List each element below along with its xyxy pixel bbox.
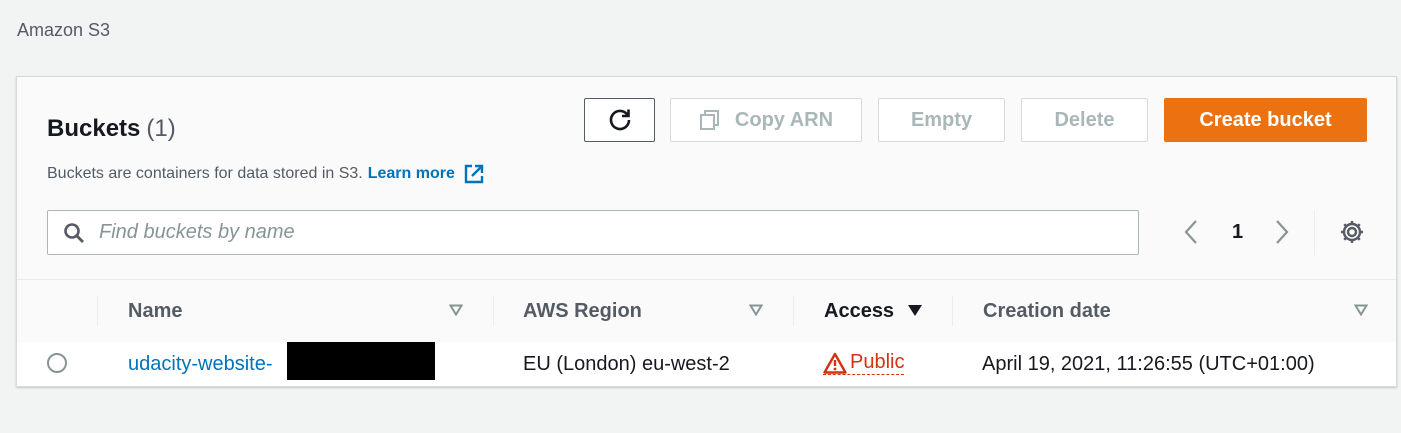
breadcrumb[interactable]: Amazon S3	[17, 20, 110, 41]
chevron-right-icon	[1276, 220, 1289, 244]
learn-more-label: Learn more	[367, 165, 455, 182]
page-title: Buckets (1)	[47, 115, 176, 143]
column-region-label: AWS Region	[523, 299, 642, 322]
buckets-panel: Buckets (1) Buckets are containers for da…	[16, 76, 1397, 387]
column-header-access[interactable]: Access	[793, 280, 952, 342]
refresh-button[interactable]	[584, 98, 655, 142]
access-label: Public	[850, 351, 905, 373]
description: Buckets are containers for data stored i…	[47, 163, 485, 185]
sort-descending-icon	[908, 305, 922, 316]
copy-icon	[699, 110, 719, 130]
warning-icon	[823, 352, 847, 374]
title-text: Buckets	[47, 115, 141, 142]
sort-icon	[1354, 304, 1368, 316]
refresh-icon	[609, 109, 630, 131]
bucket-region: EU (London) eu-west-2	[523, 353, 730, 375]
create-bucket-button[interactable]: Create bucket	[1164, 98, 1367, 142]
bucket-count: (1)	[146, 115, 176, 142]
redacted-block	[287, 342, 435, 380]
column-separator	[793, 296, 794, 326]
access-cell: Public	[823, 351, 905, 375]
column-header-creation-date[interactable]: Creation date	[952, 280, 1396, 342]
copy-arn-button[interactable]: Copy ARN	[670, 98, 862, 142]
column-header-region[interactable]: AWS Region	[493, 280, 793, 342]
current-page-number[interactable]: 1	[1232, 221, 1243, 244]
column-access-label: Access	[824, 299, 895, 322]
chevron-left-icon	[1184, 220, 1197, 244]
table-row[interactable]: udacity-website- EU (London) eu-west-2 P…	[17, 342, 1396, 386]
search-box	[47, 210, 1139, 255]
gear-icon	[1341, 221, 1363, 243]
search-input[interactable]	[99, 221, 999, 244]
external-link-icon	[464, 164, 484, 184]
bucket-name-link[interactable]: udacity-website-	[128, 353, 273, 376]
column-separator	[97, 296, 98, 326]
preferences-button[interactable]	[1339, 219, 1365, 250]
column-separator	[493, 296, 494, 326]
column-header-name[interactable]: Name	[97, 280, 494, 342]
next-page-button[interactable]	[1274, 219, 1290, 245]
column-name-label: Name	[128, 299, 183, 322]
delete-button[interactable]: Delete	[1021, 98, 1148, 142]
column-creation-label: Creation date	[983, 299, 1111, 322]
sort-icon	[749, 304, 763, 316]
access-status[interactable]: Public	[823, 351, 905, 375]
bucket-creation-date: April 19, 2021, 11:26:55 (UTC+01:00)	[982, 353, 1315, 375]
search-icon	[63, 222, 85, 244]
bucket-name: udacity-website-	[128, 353, 273, 375]
column-separator	[952, 296, 953, 326]
sort-icon	[449, 304, 463, 316]
pager-divider	[1314, 210, 1315, 255]
empty-button[interactable]: Empty	[878, 98, 1005, 142]
previous-page-button[interactable]	[1183, 219, 1199, 245]
description-text: Buckets are containers for data stored i…	[47, 165, 363, 182]
learn-more-link[interactable]: Learn more	[368, 163, 485, 185]
row-select-radio[interactable]	[47, 353, 67, 373]
table-header: Name AWS Region Access Creation date	[17, 279, 1396, 343]
copy-arn-label: Copy ARN	[734, 108, 834, 131]
